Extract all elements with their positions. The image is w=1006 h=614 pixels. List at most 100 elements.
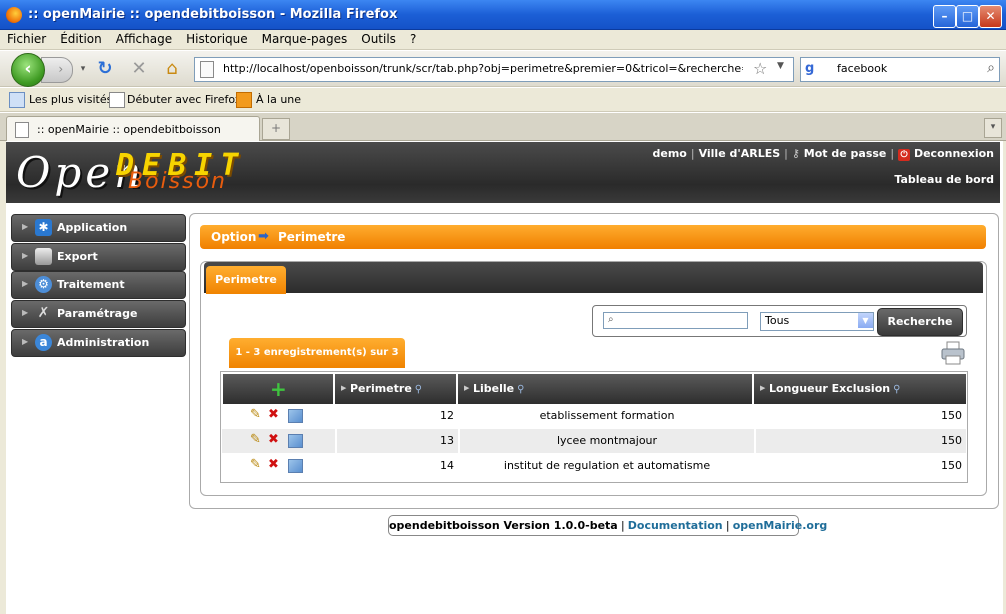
tab-list-button[interactable]: ▾ xyxy=(984,118,1002,138)
map-icon[interactable] xyxy=(288,434,303,448)
record-count: 1 - 3 enregistrement(s) sur 3 xyxy=(229,338,405,368)
arrow-right-icon: ➡ xyxy=(258,229,269,244)
back-button[interactable]: ‹ xyxy=(11,53,45,87)
map-icon[interactable] xyxy=(288,459,303,473)
cell-perimetre: 14 xyxy=(335,454,458,478)
url-bar[interactable]: http://localhost/openboisson/trunk/scr/t… xyxy=(194,57,794,82)
sidebar-item-label: Export xyxy=(57,250,98,263)
search-scope-value: Tous xyxy=(765,314,790,327)
map-icon[interactable] xyxy=(288,409,303,423)
sidebar-item-label: Traitement xyxy=(57,278,125,291)
home-icon[interactable]: ⌂ xyxy=(161,58,183,80)
minimize-button[interactable]: – xyxy=(933,5,956,28)
bookmark-headlines[interactable]: À la une xyxy=(256,93,301,106)
google-icon[interactable]: g xyxy=(805,61,821,77)
edit-icon[interactable]: ✎ xyxy=(250,408,264,422)
column-header-libelle[interactable]: ▶ Libelle ⚲ xyxy=(458,374,754,404)
search-icon[interactable]: ⌕ xyxy=(987,60,995,76)
cell-perimetre: 12 xyxy=(335,404,458,428)
edit-icon[interactable]: ✎ xyxy=(250,433,264,447)
tab-bar: :: openMairie :: opendebitboisson + ▾ xyxy=(0,113,1006,142)
key-icon: ⚷ xyxy=(791,147,800,160)
breadcrumb: Option ➡ Perimetre xyxy=(200,225,986,249)
sidebar-item-application[interactable]: ▶ ✱ Application xyxy=(11,214,186,242)
user-nav: demo | Ville d'ARLES | ⚷ Mot de passe | ⏻ Deco… xyxy=(652,147,994,161)
delete-icon[interactable]: ✖ xyxy=(268,433,282,447)
bookmark-getting-started[interactable]: Débuter avec Firefox xyxy=(127,93,241,106)
window-title: :: openMairie :: opendebitboisson - Mozi… xyxy=(28,7,398,22)
bookmark-most-visited[interactable]: Les plus visités xyxy=(29,93,112,106)
expand-arrow-icon: ▶ xyxy=(22,308,29,317)
table-row[interactable]: ✎ ✖ 13 lycee montmajour 150 xyxy=(222,429,966,453)
password-link[interactable]: Mot de passe xyxy=(804,147,887,160)
reload-icon[interactable]: ↻ xyxy=(94,58,116,80)
menu-historique[interactable]: Historique xyxy=(179,30,255,46)
browser-tab-active[interactable]: :: openMairie :: opendebitboisson xyxy=(6,116,260,142)
version-text: opendebitboisson Version 1.0.0-beta xyxy=(389,519,618,532)
menu-aide[interactable]: ? xyxy=(403,30,423,46)
sort-icon: ⚲ xyxy=(414,384,423,395)
search-icon: ⌕ xyxy=(608,314,614,325)
maximize-button[interactable]: □ xyxy=(956,5,979,28)
row-actions: ✎ ✖ xyxy=(250,404,310,428)
new-tab-button[interactable]: + xyxy=(262,118,290,140)
application-icon: ✱ xyxy=(35,219,52,236)
rss-icon xyxy=(236,92,252,108)
bookmark-star-icon[interactable]: ☆ xyxy=(753,59,767,78)
footer: opendebitboisson Version 1.0.0-beta | Docu… xyxy=(388,515,827,536)
forward-button[interactable]: › xyxy=(41,57,73,83)
cell-libelle: etablissement formation xyxy=(458,404,754,428)
logo-boisson: Boisson xyxy=(128,169,227,194)
column-header-perimetre[interactable]: ▶ Perimetre ⚲ xyxy=(335,374,458,404)
bookmarks-bar: Les plus visités Débuter avec Firefox À … xyxy=(0,88,1006,112)
web-search-box[interactable]: g facebook ⌕ xyxy=(800,57,1000,82)
cell-libelle: lycee montmajour xyxy=(458,429,754,453)
table-row[interactable]: ✎ ✖ 12 etablissement formation 150 xyxy=(222,404,966,428)
documentation-link[interactable]: Documentation xyxy=(628,519,723,532)
chevron-down-icon[interactable]: ▼ xyxy=(858,313,873,328)
page-icon xyxy=(200,61,214,78)
search-input[interactable] xyxy=(603,312,748,329)
logout-link[interactable]: Deconnexion xyxy=(914,147,994,160)
add-icon[interactable]: + xyxy=(270,377,287,401)
tab-perimetre[interactable]: Perimetre xyxy=(206,266,286,294)
search-scope-select[interactable]: Tous ▼ xyxy=(760,312,874,331)
expand-arrow-icon: ▶ xyxy=(22,251,29,260)
firefox-icon xyxy=(6,7,22,23)
menu-fichier[interactable]: Fichier xyxy=(0,30,53,46)
search-button[interactable]: Recherche xyxy=(877,308,963,336)
expand-arrow-icon: ▶ xyxy=(22,279,29,288)
dashboard-link[interactable]: Tableau de bord xyxy=(894,173,994,186)
close-window-button[interactable]: ✕ xyxy=(979,5,1002,28)
page-icon xyxy=(109,92,125,108)
user-name: demo xyxy=(652,147,687,160)
menu-edition[interactable]: Édition xyxy=(53,30,109,46)
openmairie-link[interactable]: openMairie.org xyxy=(733,519,828,532)
edit-icon[interactable]: ✎ xyxy=(250,458,264,472)
column-label: Longueur Exclusion xyxy=(769,382,891,395)
sidebar-item-traitement[interactable]: ▶ ⚙ Traitement xyxy=(11,271,186,299)
admin-icon: a xyxy=(35,334,52,351)
menu-affichage[interactable]: Affichage xyxy=(109,30,179,46)
column-header-longueur-exclusion[interactable]: ▶ Longueur Exclusion ⚲ xyxy=(754,374,966,404)
row-actions: ✎ ✖ xyxy=(250,429,310,453)
menu-marque-pages[interactable]: Marque-pages xyxy=(255,30,355,46)
navigation-toolbar: › ‹ ▾ ↻ ✕ ⌂ http://localhost/openboisson… xyxy=(0,51,1006,87)
row-actions: ✎ ✖ xyxy=(250,454,310,478)
delete-icon[interactable]: ✖ xyxy=(268,408,282,422)
url-dropdown-icon[interactable]: ▼ xyxy=(777,61,784,71)
tools-icon: ✗ xyxy=(37,305,50,321)
delete-icon[interactable]: ✖ xyxy=(268,458,282,472)
print-icon[interactable] xyxy=(940,341,966,365)
sidebar-item-administration[interactable]: ▶ a Administration xyxy=(11,329,186,357)
tab-title: :: openMairie :: opendebitboisson xyxy=(37,123,221,136)
history-dropdown-icon[interactable]: ▾ xyxy=(72,58,94,80)
table-row[interactable]: ✎ ✖ 14 institut de regulation et automat… xyxy=(222,454,966,478)
stop-icon[interactable]: ✕ xyxy=(128,58,150,80)
sidebar-item-export[interactable]: ▶ Export xyxy=(11,243,186,271)
cell-perimetre: 13 xyxy=(335,429,458,453)
sidebar-item-parametrage[interactable]: ▶ ✗ Paramétrage xyxy=(11,300,186,328)
most-visited-icon xyxy=(9,92,25,108)
menu-outils[interactable]: Outils xyxy=(354,30,403,46)
sort-icon: ⚲ xyxy=(893,384,901,395)
